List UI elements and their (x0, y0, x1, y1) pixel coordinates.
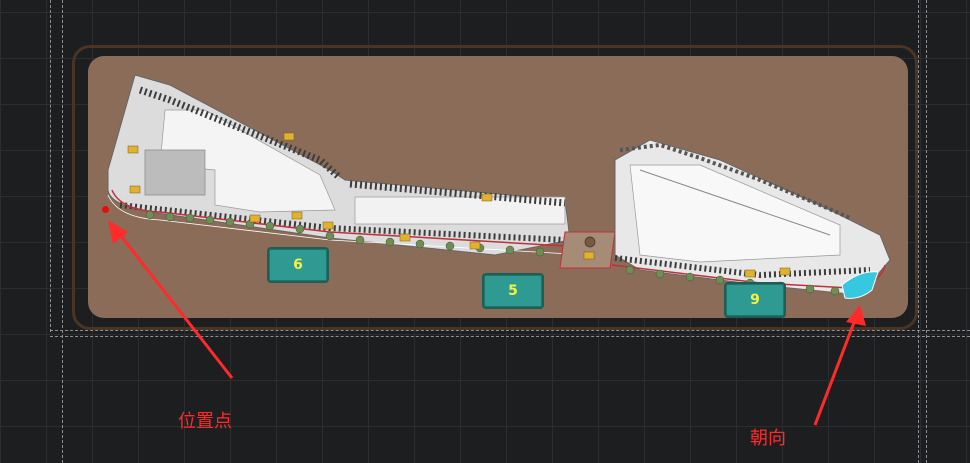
zone-9[interactable]: 9 (724, 282, 786, 318)
zone-6-label: 6 (293, 257, 303, 273)
orientation-label: 朝向 (750, 428, 786, 449)
position-point-marker[interactable] (102, 206, 109, 213)
zone-6[interactable]: 6 (267, 247, 329, 283)
orientation-arrow (813, 305, 866, 426)
zone-5[interactable]: 5 (482, 273, 544, 309)
plaza-feature (584, 236, 596, 248)
courtyard-block (144, 149, 206, 196)
strip-building (354, 196, 566, 225)
zone-9-label: 9 (750, 292, 760, 308)
editor-viewport[interactable]: 6 5 9 位置点 朝向 (0, 0, 970, 463)
position-arrow (108, 220, 234, 379)
position-point-label: 位置点 (178, 411, 232, 432)
zone-5-label: 5 (508, 283, 518, 299)
site-plan-drawing[interactable] (0, 0, 970, 463)
